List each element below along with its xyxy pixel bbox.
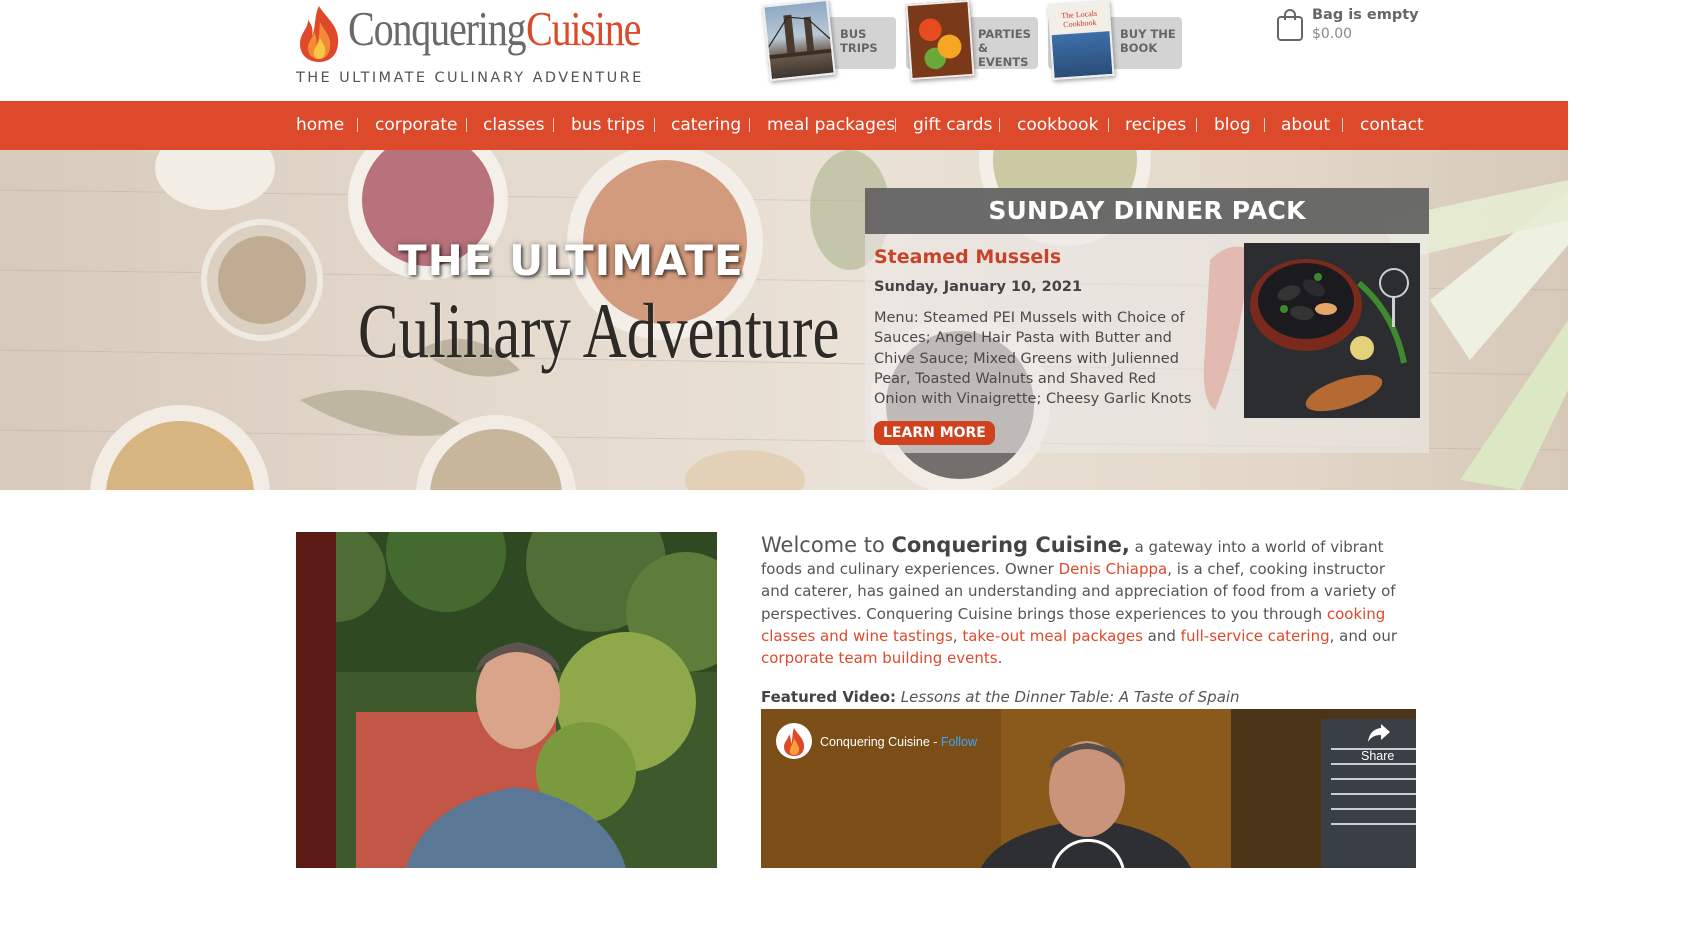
promo-buy-book[interactable]: The Locals Cookbook BUY THE BOOK (1046, 0, 1182, 84)
owner-link[interactable]: Denis Chiappa (1059, 560, 1168, 578)
nav-item-classes[interactable]: classes (483, 115, 545, 135)
nav-separator (1264, 118, 1265, 132)
promo-label-line: TRIPS (840, 41, 878, 55)
promo-label-line: BUY THE (1120, 27, 1176, 41)
cart-status: Bag is empty (1312, 7, 1419, 23)
mussels-dish-icon (1244, 243, 1420, 418)
nav-separator (654, 118, 655, 132)
corporate-events-link[interactable]: corporate team building events (761, 649, 998, 667)
site-logo[interactable]: Conquering Cuisine THE ULTIMATE CULINARY… (296, 1, 644, 94)
nav-separator (749, 118, 750, 132)
featured-video-title: Lessons at the Dinner Table: A Taste of … (900, 688, 1240, 706)
promo-parties-events[interactable]: PARTIES & EVENTS (904, 0, 1038, 84)
hero-headline: THE ULTIMATE (398, 236, 744, 285)
catering-link[interactable]: full-service catering (1181, 627, 1330, 645)
follow-link[interactable]: Follow (941, 735, 977, 749)
nav-separator (1342, 118, 1343, 132)
welcome-brand: Conquering Cuisine, (891, 533, 1130, 557)
cookbook-cover-text: The Locals Cookbook (1061, 8, 1098, 30)
cookbook-cover-icon: The Locals Cookbook (1047, 0, 1115, 81)
welcome-body: , and our (1329, 626, 1398, 645)
nav-item-bus-trips[interactable]: bus trips (571, 115, 645, 135)
hero-subheadline: Culinary Adventure (358, 287, 840, 374)
food-photo-icon (905, 0, 975, 81)
meal-packages-link[interactable]: take-out meal packages (962, 627, 1143, 645)
promo-label: BUS TRIPS (840, 27, 878, 55)
bridge-photo-icon (762, 0, 836, 82)
nav-item-meal-packages[interactable]: meal packages (767, 115, 895, 135)
promo-label-line: BUS (840, 27, 867, 41)
nav-separator (1196, 118, 1197, 132)
logo-tagline: THE ULTIMATE CULINARY ADVENTURE (296, 70, 644, 86)
welcome-body: , (952, 626, 963, 645)
nav-item-recipes[interactable]: recipes (1125, 115, 1186, 135)
promo-label: PARTIES & EVENTS (978, 27, 1038, 69)
welcome-body: and (1142, 626, 1181, 645)
video-channel-name[interactable]: Conquering Cuisine - Follow (820, 735, 977, 749)
featured-video-caption: Featured Video: Lessons at the Dinner Ta… (761, 688, 1240, 706)
welcome-body: . (997, 649, 1003, 668)
welcome-lead: Welcome to Conquering Cuisine, (761, 533, 1130, 557)
welcome-lead-text: Welcome to (761, 533, 892, 557)
share-icon[interactable] (1367, 722, 1391, 744)
nav-separator (357, 118, 358, 132)
promo-label-line: PARTIES (978, 27, 1031, 41)
logo-text-conquering: Conquering (348, 1, 527, 56)
nav-item-home[interactable]: home (296, 115, 344, 135)
nav-item-blog[interactable]: blog (1214, 115, 1251, 135)
promo-label-line: & EVENTS (978, 41, 1029, 69)
dinner-pack-title[interactable]: Steamed Mussels (874, 246, 1061, 268)
nav-item-corporate[interactable]: corporate (375, 115, 457, 135)
nav-separator (1108, 118, 1109, 132)
shopping-cart[interactable]: Bag is empty $0.00 (1276, 6, 1436, 46)
dinner-pack-heading: SUNDAY DINNER PACK (865, 188, 1429, 234)
chef-portrait-image (296, 532, 717, 868)
logo-text-cuisine: Cuisine (526, 1, 641, 56)
promo-label-line: BOOK (1120, 41, 1158, 55)
dinner-pack-menu: Menu: Steamed PEI Mussels with Choice of… (874, 310, 1192, 408)
flame-logo-icon (300, 6, 339, 62)
share-label[interactable]: Share (1361, 749, 1394, 763)
chef-portrait-photo (296, 532, 717, 868)
dinner-pack-date: Sunday, January 10, 2021 (874, 279, 1083, 295)
nav-item-about[interactable]: about (1281, 115, 1330, 135)
hero-banner: THE ULTIMATE Culinary Adventure SUNDAY D… (0, 150, 1568, 490)
bridge-icon (768, 14, 832, 60)
nav-separator (553, 118, 554, 132)
nav-item-cookbook[interactable]: cookbook (1017, 115, 1098, 135)
dinner-pack-panel: SUNDAY DINNER PACK Steamed Mussels Sunda… (865, 188, 1429, 453)
cart-total: $0.00 (1312, 26, 1353, 42)
nav-item-gift-cards[interactable]: gift cards (913, 115, 992, 135)
nav-separator (895, 118, 896, 132)
site-header: Conquering Cuisine THE ULTIMATE CULINARY… (0, 0, 1568, 101)
video-player[interactable]: Conquering Cuisine - Follow Share (761, 709, 1416, 868)
promo-label: BUY THE BOOK (1120, 27, 1176, 55)
video-channel-text: Conquering Cuisine - (820, 735, 941, 749)
promo-bus-trips[interactable]: BUS TRIPS (762, 0, 898, 84)
welcome-text: Welcome to Conquering Cuisine, a gateway… (761, 534, 1411, 669)
channel-avatar-icon[interactable] (775, 722, 813, 760)
nav-item-contact[interactable]: contact (1360, 115, 1424, 135)
nav-separator (466, 118, 467, 132)
mussels-photo[interactable] (1244, 243, 1420, 418)
nav-item-catering[interactable]: catering (671, 115, 741, 135)
shopping-bag-icon (1277, 9, 1303, 41)
video-thumbnail (761, 709, 1416, 868)
main-nav: home corporate classes bus trips caterin… (0, 101, 1568, 150)
nav-separator (999, 118, 1000, 132)
featured-video-label: Featured Video: (761, 688, 897, 706)
learn-more-button[interactable]: LEARN MORE (874, 421, 995, 445)
